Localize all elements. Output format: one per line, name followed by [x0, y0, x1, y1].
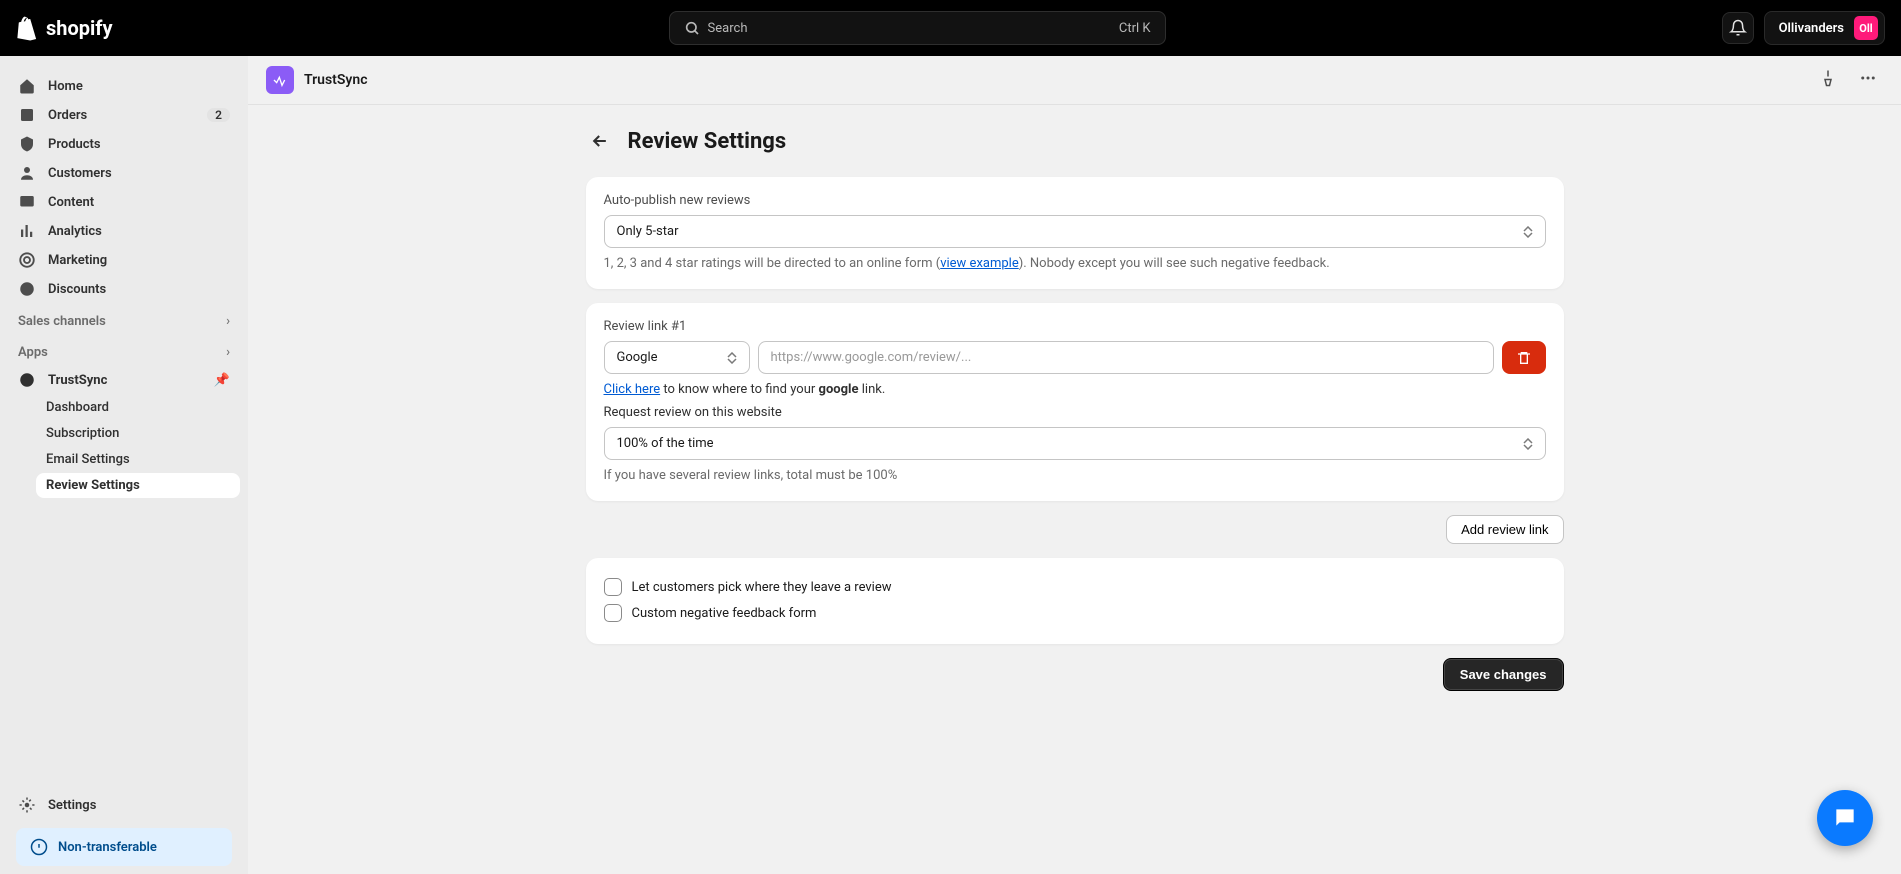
more-button[interactable]	[1853, 69, 1883, 91]
review-link-label: Review link #1	[604, 319, 1546, 334]
discounts-icon	[18, 280, 36, 298]
page-title: Review Settings	[628, 129, 787, 154]
notifications-button[interactable]	[1722, 12, 1754, 44]
trash-icon	[1516, 350, 1532, 366]
save-button[interactable]: Save changes	[1443, 658, 1564, 691]
add-review-link-button[interactable]: Add review link	[1446, 515, 1563, 544]
app-header: TrustSync	[248, 56, 1901, 105]
content-icon	[18, 193, 36, 211]
checkbox-label: Custom negative feedback form	[632, 606, 817, 621]
find-link-hint: Click here to know where to find your go…	[604, 382, 1546, 397]
card-review-link: Review link #1 Google Click here to know…	[586, 303, 1564, 501]
sidebar-subitem-subscription[interactable]: Subscription	[36, 421, 240, 446]
select-chevrons-icon	[1523, 438, 1533, 450]
request-review-label: Request review on this website	[604, 405, 1546, 420]
app-header-icon	[266, 66, 294, 94]
products-icon	[18, 135, 36, 153]
marketing-icon	[18, 251, 36, 269]
analytics-icon	[18, 222, 36, 240]
pin-icon[interactable]: 📌	[214, 373, 230, 388]
sidebar-item-marketing[interactable]: Marketing	[8, 246, 240, 274]
bell-icon	[1729, 19, 1747, 37]
select-chevrons-icon	[727, 352, 737, 364]
non-transferable-pill: Non-transferable	[16, 828, 232, 866]
checkbox-let-customers-pick[interactable]	[604, 578, 622, 596]
sidebar-subitem-review-settings[interactable]: Review Settings	[36, 473, 240, 498]
sidebar-item-content[interactable]: Content	[8, 188, 240, 216]
platform-select[interactable]: Google	[604, 341, 750, 374]
sidebar: Home Orders2 Products Customers Content …	[0, 56, 248, 874]
card-options: Let customers pick where they leave a re…	[586, 558, 1564, 644]
avatar: Oll	[1854, 16, 1878, 40]
chevron-right-icon: ›	[226, 314, 230, 329]
sidebar-item-settings[interactable]: Settings	[8, 791, 240, 819]
select-chevrons-icon	[1523, 226, 1533, 238]
home-icon	[18, 77, 36, 95]
sidebar-subitem-dashboard[interactable]: Dashboard	[36, 395, 240, 420]
search-placeholder: Search	[708, 21, 1119, 36]
auto-publish-select[interactable]: Only 5-star	[604, 215, 1546, 248]
app-icon	[18, 371, 36, 389]
frequency-help: If you have several review links, total …	[604, 468, 1546, 483]
arrow-left-icon	[590, 131, 610, 151]
sidebar-item-customers[interactable]: Customers	[8, 159, 240, 187]
frequency-select[interactable]: 100% of the time	[604, 427, 1546, 460]
sidebar-item-discounts[interactable]: Discounts	[8, 275, 240, 303]
search-shortcut: Ctrl K	[1119, 21, 1151, 36]
view-example-link[interactable]: view example	[940, 256, 1019, 271]
auto-publish-label: Auto-publish new reviews	[604, 193, 1546, 208]
auto-publish-help: 1, 2, 3 and 4 star ratings will be direc…	[604, 256, 1546, 271]
pin-button[interactable]	[1813, 69, 1843, 91]
chat-icon	[1832, 805, 1858, 831]
gear-icon	[18, 796, 36, 814]
logo-text: shopify	[46, 16, 113, 40]
review-url-input[interactable]	[758, 341, 1494, 374]
checkbox-label: Let customers pick where they leave a re…	[632, 580, 892, 595]
shopify-logo[interactable]: shopify	[16, 16, 113, 41]
sidebar-subitem-email-settings[interactable]: Email Settings	[36, 447, 240, 472]
back-button[interactable]	[586, 127, 614, 155]
info-icon	[30, 838, 48, 856]
card-auto-publish: Auto-publish new reviews Only 5-star 1, …	[586, 177, 1564, 289]
chat-fab[interactable]	[1817, 790, 1873, 846]
search-input[interactable]: Search Ctrl K	[669, 11, 1166, 45]
delete-link-button[interactable]	[1502, 341, 1546, 374]
sidebar-item-analytics[interactable]: Analytics	[8, 217, 240, 245]
checkbox-custom-negative[interactable]	[604, 604, 622, 622]
sidebar-app-trustsync[interactable]: TrustSync📌	[8, 366, 240, 394]
search-icon	[684, 20, 700, 36]
chevron-right-icon: ›	[226, 345, 230, 360]
store-menu[interactable]: Ollivanders Oll	[1764, 11, 1885, 45]
app-header-title: TrustSync	[304, 72, 368, 88]
store-name: Ollivanders	[1779, 21, 1844, 36]
sales-channels-section[interactable]: Sales channels›	[8, 304, 240, 335]
sidebar-item-home[interactable]: Home	[8, 72, 240, 100]
sidebar-item-products[interactable]: Products	[8, 130, 240, 158]
sidebar-item-orders[interactable]: Orders2	[8, 101, 240, 129]
orders-badge: 2	[207, 108, 230, 122]
topbar: shopify Search Ctrl K Ollivanders Oll	[0, 0, 1901, 56]
customers-icon	[18, 164, 36, 182]
click-here-link[interactable]: Click here	[604, 382, 661, 397]
orders-icon	[18, 106, 36, 124]
apps-section[interactable]: Apps›	[8, 335, 240, 366]
